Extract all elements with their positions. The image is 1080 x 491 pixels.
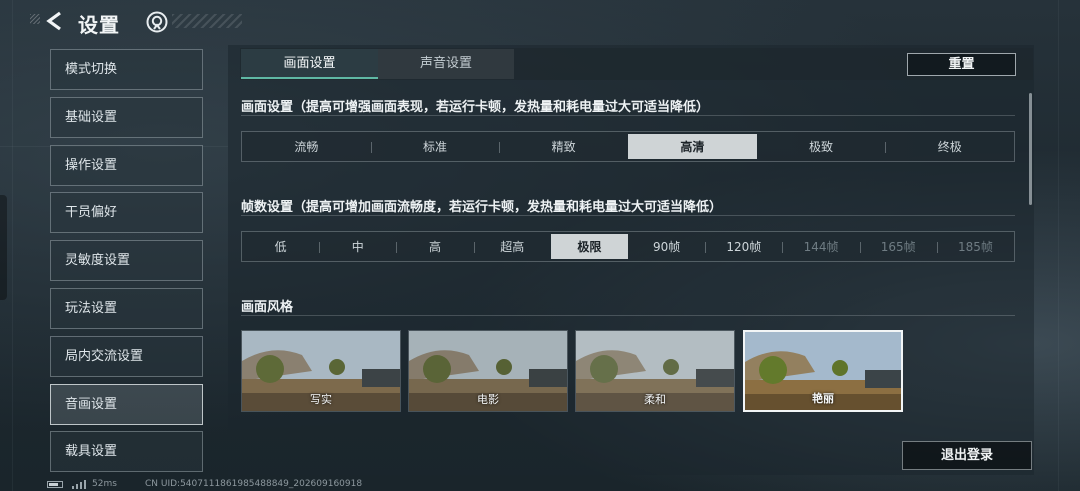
page-title: 设置	[78, 13, 120, 37]
sidebar-item-sensitivity[interactable]: 灵敏度设置	[50, 240, 203, 282]
section-divider	[241, 115, 1015, 116]
sidebar-item-mode-switch[interactable]: 模式切换	[50, 49, 203, 90]
sidebar-item-controls[interactable]: 操作设置	[50, 144, 203, 186]
quality-option-ultimate[interactable]: 终极	[885, 134, 1014, 159]
sidebar-item-in-game-chat[interactable]: 局内交流设置	[50, 335, 203, 377]
section-divider	[241, 315, 1015, 316]
style-option-cinematic[interactable]: 电影	[408, 330, 568, 412]
quality-option-hd[interactable]: 高清	[628, 134, 757, 159]
signal-icon	[72, 480, 86, 489]
header: 设置	[0, 0, 1080, 44]
settings-scrollbar[interactable]	[1029, 93, 1032, 205]
quality-section-title: 画面设置（提高可增强画面表现，若运行卡顿，发热量和耗电量过大可适当降低）	[241, 100, 710, 115]
ping-readout: 52ms	[92, 479, 117, 489]
style-option-realistic[interactable]: 写实	[241, 330, 401, 412]
sidebar-item-basic[interactable]: 基础设置	[50, 96, 203, 138]
quality-option-refined[interactable]: 精致	[499, 134, 628, 159]
sidebar-item-gameplay[interactable]: 玩法设置	[50, 287, 203, 329]
background-line	[1058, 0, 1059, 491]
style-option-label: 柔和	[644, 393, 666, 406]
side-handle[interactable]	[0, 195, 7, 300]
logout-button[interactable]: 退出登录	[902, 441, 1032, 470]
app-logo-icon[interactable]	[146, 11, 168, 33]
fps-option-very-high[interactable]: 超高	[473, 234, 551, 259]
quality-option-standard[interactable]: 标准	[370, 134, 500, 159]
fps-option-90[interactable]: 90帧	[628, 234, 705, 259]
style-section-title: 画面风格	[241, 300, 294, 315]
fps-option-165: 165帧	[859, 234, 937, 259]
fps-option-high[interactable]: 高	[396, 234, 473, 259]
tab-graphics[interactable]: 画面设置	[241, 49, 378, 79]
style-option-label: 写实	[310, 393, 332, 406]
fps-option-185: 185帧	[936, 234, 1014, 259]
fps-option-medium[interactable]: 中	[319, 234, 396, 259]
style-option-label: 电影	[477, 393, 499, 406]
fps-option-120[interactable]: 120帧	[705, 234, 782, 259]
style-option-soft[interactable]: 柔和	[575, 330, 735, 412]
sidebar-item-operator-preference[interactable]: 干员偏好	[50, 192, 203, 234]
sidebar-item-audio-video[interactable]: 音画设置	[50, 383, 203, 425]
quality-selector: 流畅 标准 精致 高清 极致 终极	[241, 131, 1015, 162]
settings-sidebar: 模式切换 基础设置 操作设置 干员偏好 灵敏度设置 玩法设置 局内交流设置 音画…	[50, 49, 203, 479]
style-option-label: 艳丽	[812, 392, 834, 405]
fps-option-144: 144帧	[782, 234, 859, 259]
fps-option-low[interactable]: 低	[242, 234, 319, 259]
corner-decoration	[30, 14, 40, 24]
quality-option-smooth[interactable]: 流畅	[242, 134, 371, 159]
quality-option-extreme[interactable]: 极致	[757, 134, 886, 159]
header-decoration	[172, 14, 242, 28]
tab-sound[interactable]: 声音设置	[378, 49, 514, 79]
framerate-section-title: 帧数设置（提高可增加画面流畅度，若运行卡顿，发热量和耗电量过大可适当降低）	[241, 200, 723, 215]
user-uid: CN UID:5407111861985488849_202609160918	[145, 479, 363, 489]
sidebar-item-vehicle[interactable]: 载具设置	[50, 431, 203, 473]
fps-option-max[interactable]: 极限	[550, 234, 629, 259]
framerate-selector: 低 中 高 超高 极限 90帧 120帧 144帧 165帧 185帧	[241, 231, 1015, 262]
reset-button[interactable]: 重置	[907, 53, 1016, 76]
chevron-left-icon[interactable]	[44, 10, 66, 32]
battery-icon	[47, 481, 63, 488]
background-line	[12, 0, 13, 491]
style-option-vivid[interactable]: 艳丽	[743, 330, 903, 412]
section-divider	[241, 215, 1015, 216]
